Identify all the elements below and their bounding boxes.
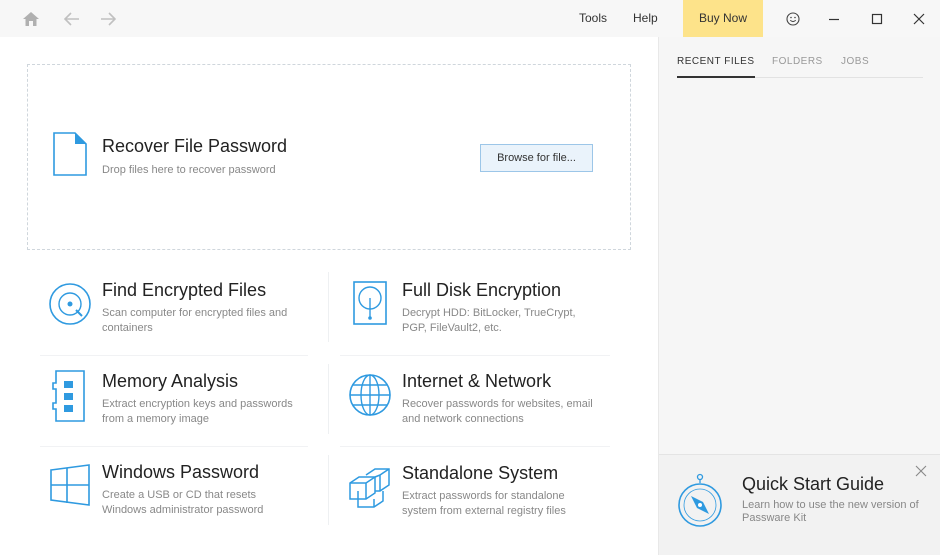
tile-description: Extract encryption keys and passwords fr… [102,398,293,425]
tab-jobs[interactable]: JOBS [841,56,869,78]
help-menu[interactable]: Help [633,0,658,37]
windows-password-tile[interactable]: Windows Password Create a USB or CD that… [47,462,327,552]
panel-tabs: RECENT FILES FOLDERS JOBS [677,56,923,78]
memory-module-icon [52,370,85,422]
minimize-button[interactable] [814,0,854,37]
tile-description: Scan computer for encrypted files and co… [102,307,288,334]
home-icon [23,12,39,26]
tile-title: Internet & Network [402,371,552,391]
close-icon[interactable] [914,464,928,478]
tile-title: Memory Analysis [102,371,239,391]
tools-menu[interactable]: Tools [579,0,607,37]
buy-now-button[interactable]: Buy Now [683,0,763,37]
tile-description: Decrypt HDD: BitLocker, TrueCrypt, PGP, … [402,307,576,334]
recover-file-password-title: Recover File Password [102,136,288,156]
globe-icon [349,374,391,416]
tile-title: Windows Password [102,462,260,482]
drop-hint: Drop files here to recover password [102,164,276,176]
tile-title: Find Encrypted Files [102,280,267,300]
full-disk-encryption-tile[interactable]: Full Disk Encryption Decrypt HDD: BitLoc… [347,280,627,370]
browse-button[interactable]: Browse for file... [480,144,593,172]
windows-logo-icon [50,464,90,506]
smiley-icon [786,11,800,26]
tab-recent-files[interactable]: RECENT FILES [677,56,755,78]
forward-button[interactable] [97,8,119,30]
tile-title: Full Disk Encryption [402,280,562,300]
tile-description: Create a USB or CD that resets Windows a… [102,489,264,516]
arrow-left-icon [64,12,79,26]
tile-description: Recover passwords for websites, email an… [402,398,593,425]
close-icon [913,13,925,24]
tile-description: Extract passwords for standalone system … [402,490,566,517]
internet-network-tile[interactable]: Internet & Network Recover passwords for… [347,371,627,461]
tile-divider [328,272,329,342]
file-icon [53,132,87,176]
memory-analysis-tile[interactable]: Memory Analysis Extract encryption keys … [47,370,327,461]
home-button[interactable] [20,8,42,30]
feedback-button[interactable] [773,0,813,37]
disc-search-icon [49,283,91,325]
tab-folders[interactable]: FOLDERS [772,56,823,78]
tile-divider [328,455,329,525]
arrow-right-icon [101,12,116,26]
standalone-system-tile[interactable]: Standalone System Extract passwords for … [347,463,627,553]
maximize-button[interactable] [857,0,897,37]
back-button[interactable] [61,8,83,30]
title-bar: Tools Help Buy Now [0,0,940,37]
right-panel: RECENT FILES FOLDERS JOBS Quick Start Gu… [658,37,940,555]
close-window-button[interactable] [899,0,939,37]
minimize-icon [829,18,839,20]
quick-start-title: Quick Start Guide [742,474,885,494]
find-encrypted-files-tile[interactable]: Find Encrypted Files Scan computer for e… [47,280,327,370]
disk-drive-icon [353,281,387,325]
quick-start-description: Learn how to use the new version of Pass… [742,499,919,524]
file-drop-zone[interactable]: Recover File Password Drop files here to… [27,64,631,250]
tile-divider [328,364,329,434]
compass-icon [678,473,722,527]
quick-start-card[interactable]: Quick Start Guide Learn how to use the n… [659,454,940,555]
tile-title: Standalone System [402,463,559,483]
cubes-icon [349,468,390,508]
maximize-icon [871,13,883,24]
